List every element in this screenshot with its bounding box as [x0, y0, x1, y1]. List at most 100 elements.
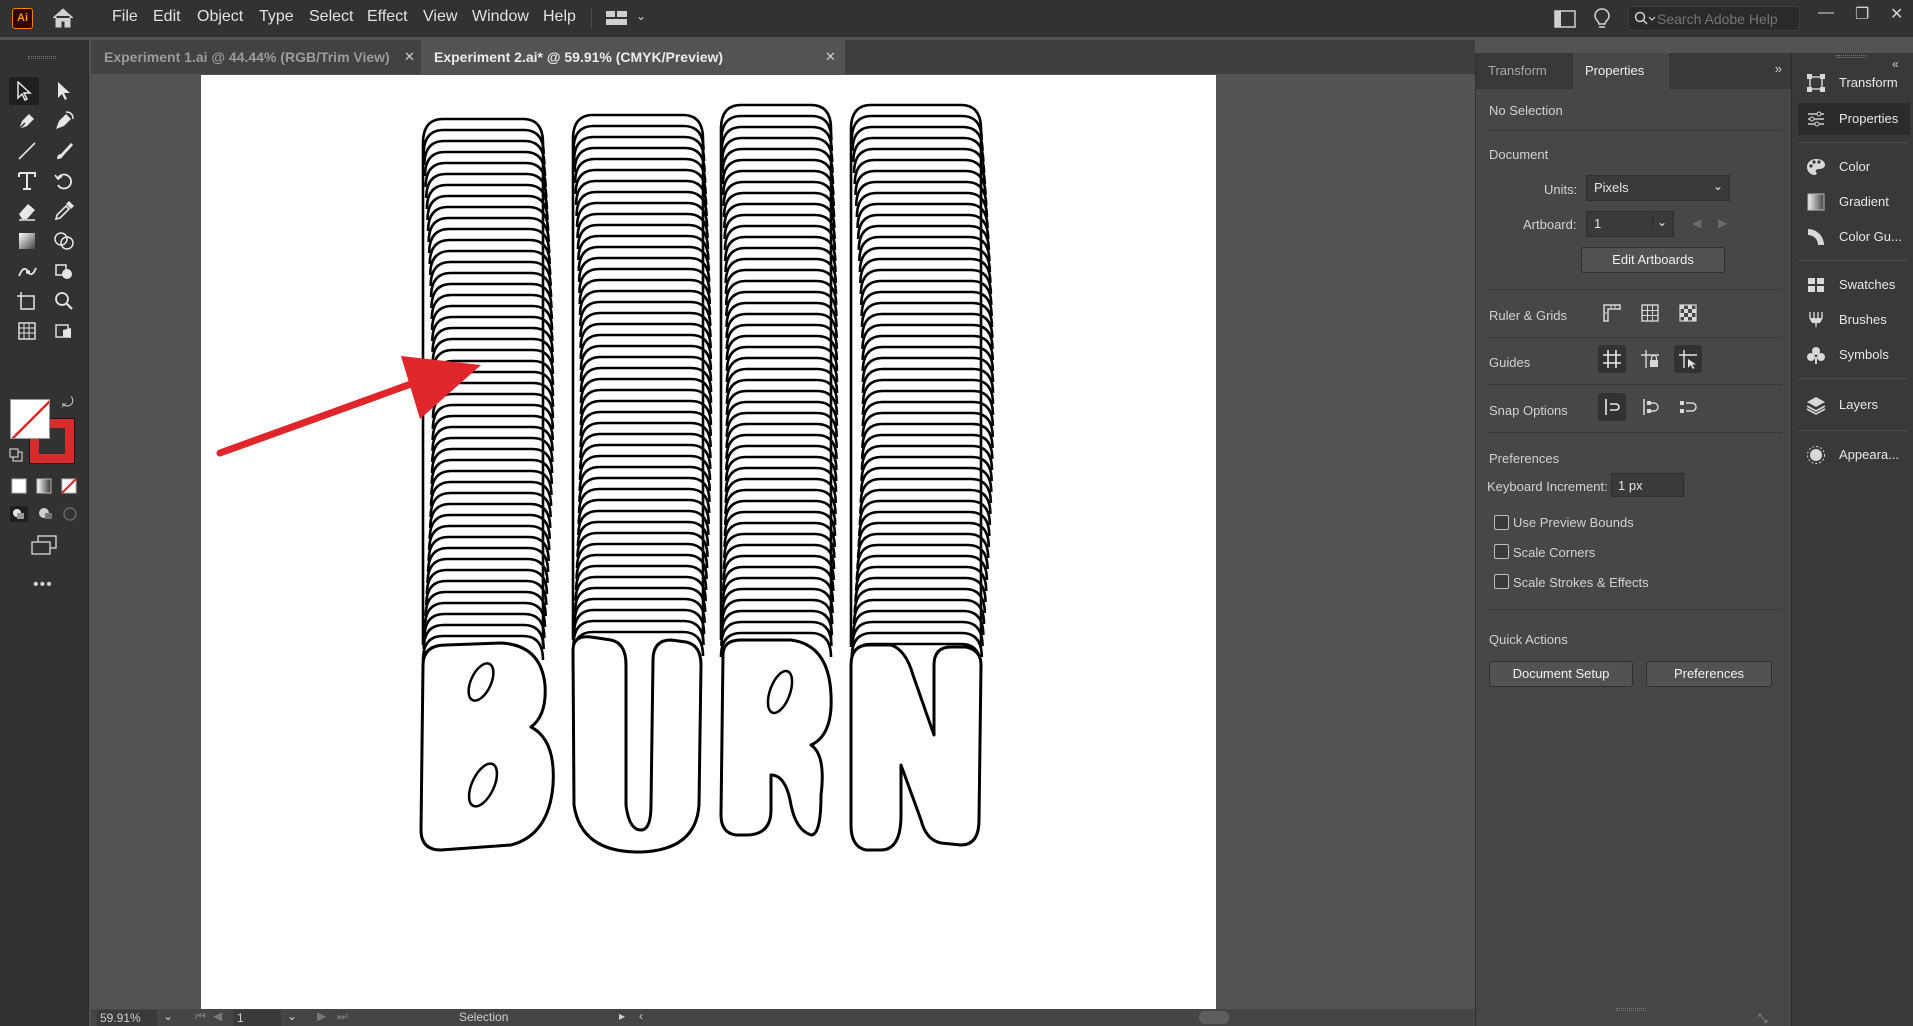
- show-guides-icon[interactable]: [1598, 345, 1626, 373]
- snap-to-glyph-icon[interactable]: [1674, 393, 1702, 421]
- eraser-tool-icon[interactable]: [12, 197, 42, 225]
- status-menu-icon[interactable]: ▸: [619, 1009, 625, 1023]
- puppet-warp-tool-icon[interactable]: [12, 257, 42, 285]
- scroll-left-icon[interactable]: ‹: [639, 1009, 643, 1023]
- selection-tool-icon[interactable]: [9, 77, 39, 105]
- shape-builder-tool-icon[interactable]: [49, 227, 79, 255]
- previous-artboard-icon[interactable]: ◀: [1692, 216, 1701, 230]
- ruler-icon[interactable]: [1598, 299, 1626, 327]
- curvature-tool-icon[interactable]: [49, 107, 79, 135]
- dock-item-brushes[interactable]: Brushes: [1792, 304, 1913, 336]
- menu-help[interactable]: Help: [543, 8, 576, 26]
- rotate-tool-icon[interactable]: [49, 167, 79, 195]
- pen-tool-icon[interactable]: [12, 107, 42, 135]
- artboard-number-field[interactable]: 1: [233, 1010, 281, 1026]
- zoom-level-field[interactable]: 59.91%: [97, 1010, 157, 1026]
- menu-select[interactable]: Select: [309, 8, 353, 26]
- scale-strokes-checkbox[interactable]: [1494, 574, 1509, 589]
- dock-grip[interactable]: [1836, 55, 1866, 58]
- menu-type[interactable]: Type: [259, 8, 294, 26]
- close-tab-icon[interactable]: ✕: [404, 40, 415, 74]
- transparency-grid-icon[interactable]: [1674, 299, 1702, 327]
- dock-item-color[interactable]: Color: [1792, 151, 1913, 183]
- chevron-down-icon[interactable]: ⌄: [636, 9, 646, 23]
- draw-normal-icon[interactable]: [9, 505, 29, 528]
- line-tool-icon[interactable]: [12, 137, 42, 165]
- fill-color-swatch[interactable]: [10, 399, 50, 439]
- previous-artboard-icon[interactable]: ◀: [213, 1009, 222, 1023]
- swap-fill-stroke-icon[interactable]: ⤾: [62, 394, 74, 411]
- preferences-button[interactable]: Preferences: [1646, 661, 1772, 687]
- tab-transform[interactable]: Transform: [1476, 53, 1573, 89]
- burn-artwork[interactable]: [201, 75, 1216, 1009]
- smart-guides-icon[interactable]: [1674, 345, 1702, 373]
- units-dropdown[interactable]: Pixels ⌄: [1586, 175, 1730, 201]
- next-artboard-icon[interactable]: ▶: [317, 1009, 326, 1023]
- tab-experiment-2[interactable]: Experiment 2.ai* @ 59.91% (CMYK/Preview)…: [421, 40, 845, 74]
- arrange-documents-icon[interactable]: [1554, 10, 1576, 33]
- dock-item-appearance[interactable]: Appeara...: [1792, 439, 1913, 471]
- restore-icon[interactable]: ❐: [1855, 4, 1869, 24]
- close-tab-icon[interactable]: ✕: [825, 40, 836, 74]
- dock-item-properties[interactable]: Properties: [1798, 103, 1910, 135]
- artboard[interactable]: [201, 75, 1216, 1009]
- dock-item-layers[interactable]: Layers: [1792, 389, 1913, 421]
- menu-edit[interactable]: Edit: [153, 8, 181, 26]
- next-artboard-icon[interactable]: ▶: [1718, 216, 1727, 230]
- search-field[interactable]: [1628, 6, 1800, 31]
- menu-effect[interactable]: Effect: [367, 8, 408, 26]
- edit-toolbar-button[interactable]: •••: [33, 576, 53, 594]
- draw-inside-icon[interactable]: [62, 506, 78, 527]
- tab-experiment-1[interactable]: Experiment 1.ai @ 44.44% (RGB/Trim View)…: [91, 40, 421, 74]
- canvas-area[interactable]: [91, 74, 1475, 1009]
- dock-item-transform[interactable]: Transform: [1792, 67, 1913, 99]
- paintbrush-tool-icon[interactable]: [49, 137, 79, 165]
- zoom-tool-icon[interactable]: [49, 287, 79, 315]
- menu-view[interactable]: View: [423, 8, 457, 26]
- panel-grip[interactable]: [28, 56, 56, 59]
- live-paint-tool-icon[interactable]: [49, 257, 79, 285]
- artboard-dropdown-icon[interactable]: ⌄: [287, 1009, 297, 1023]
- menu-window[interactable]: Window: [472, 8, 529, 26]
- gradient-tool-icon[interactable]: [12, 227, 42, 255]
- zoom-dropdown-icon[interactable]: ⌄: [163, 1009, 173, 1023]
- dock-item-symbols[interactable]: Symbols: [1792, 339, 1913, 371]
- collapse-panel-icon[interactable]: »: [1775, 61, 1782, 76]
- minimize-icon[interactable]: —: [1818, 4, 1834, 22]
- use-preview-bounds-checkbox[interactable]: [1494, 515, 1509, 530]
- dock-item-gradient[interactable]: Gradient: [1792, 186, 1913, 218]
- artboard-tool-icon[interactable]: [12, 287, 42, 315]
- symbol-sprayer-tool-icon[interactable]: [49, 317, 79, 345]
- discover-lightbulb-icon[interactable]: [1593, 7, 1611, 36]
- first-artboard-icon[interactable]: ⏮: [195, 1009, 206, 1024]
- last-artboard-icon[interactable]: ⏭: [337, 1009, 348, 1024]
- graph-tool-icon[interactable]: [12, 317, 42, 345]
- document-setup-button[interactable]: Document Setup: [1489, 661, 1633, 687]
- direct-selection-tool-icon[interactable]: [49, 77, 79, 105]
- lock-guides-icon[interactable]: [1636, 345, 1664, 373]
- resize-corner-icon[interactable]: ⤡: [1758, 1011, 1768, 1026]
- edit-artboards-button[interactable]: Edit Artboards: [1581, 247, 1725, 273]
- gradient-mode-icon[interactable]: [36, 478, 52, 499]
- panel-resize-grip[interactable]: [1616, 1008, 1646, 1011]
- workspace-switcher-icon[interactable]: [605, 10, 629, 31]
- none-mode-icon[interactable]: [61, 478, 77, 499]
- horizontal-scrollbar-thumb[interactable]: [1199, 1011, 1229, 1024]
- dock-item-swatches[interactable]: Swatches: [1792, 269, 1913, 301]
- dock-item-color-guide[interactable]: Color Gu...: [1792, 221, 1913, 253]
- artboard-dropdown[interactable]: 1 ⌄: [1586, 211, 1674, 237]
- type-tool-icon[interactable]: [12, 167, 42, 195]
- color-mode-icon[interactable]: [11, 478, 27, 499]
- grid-icon[interactable]: [1636, 299, 1664, 327]
- snap-to-point-icon[interactable]: [1598, 393, 1626, 421]
- change-screen-mode-icon[interactable]: [29, 535, 59, 562]
- search-input[interactable]: [1657, 10, 1797, 28]
- default-fill-stroke-icon[interactable]: [9, 448, 23, 467]
- tab-properties[interactable]: Properties: [1573, 53, 1669, 89]
- scale-corners-checkbox[interactable]: [1494, 544, 1509, 559]
- home-icon[interactable]: [50, 7, 76, 34]
- eyedropper-tool-icon[interactable]: [49, 197, 79, 225]
- menu-file[interactable]: File: [112, 8, 138, 26]
- draw-behind-icon[interactable]: [37, 505, 55, 528]
- snap-to-pixel-icon[interactable]: [1636, 393, 1664, 421]
